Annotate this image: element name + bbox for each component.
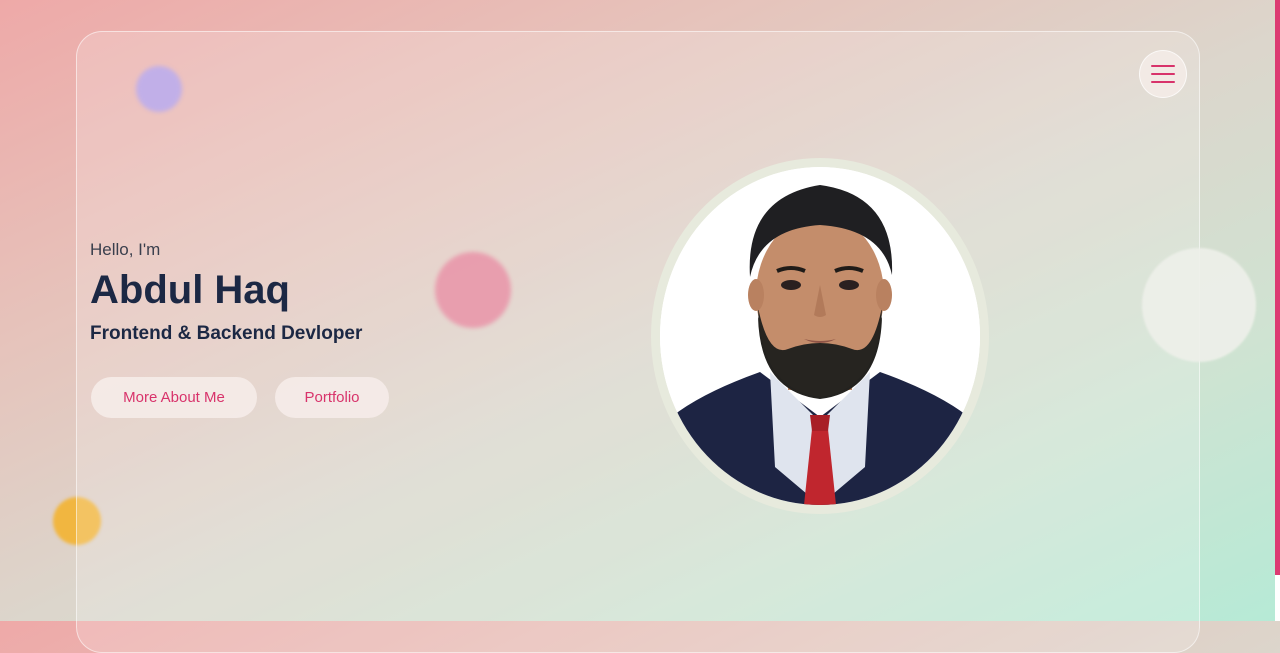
scroll-progress-bar [1275,0,1280,575]
profile-photo-frame [651,158,989,514]
hamburger-menu-icon-line [1151,81,1175,83]
decorative-white-circle [1142,248,1256,362]
greeting-text: Hello, I'm [90,240,161,259]
menu-button[interactable] [1139,50,1187,98]
decorative-pink-circle [435,252,511,328]
profile-portrait-illustration [660,167,980,505]
portfolio-button[interactable]: Portfolio [275,377,389,418]
hero-role: Frontend & Backend Devloper [90,323,363,344]
more-about-me-button[interactable]: More About Me [91,377,257,418]
profile-photo [660,167,980,505]
page-edge [1275,575,1280,621]
hero-name: Abdul Haq [90,268,290,312]
hamburger-menu-icon-line [1151,73,1175,75]
hamburger-menu-icon [1151,65,1175,67]
